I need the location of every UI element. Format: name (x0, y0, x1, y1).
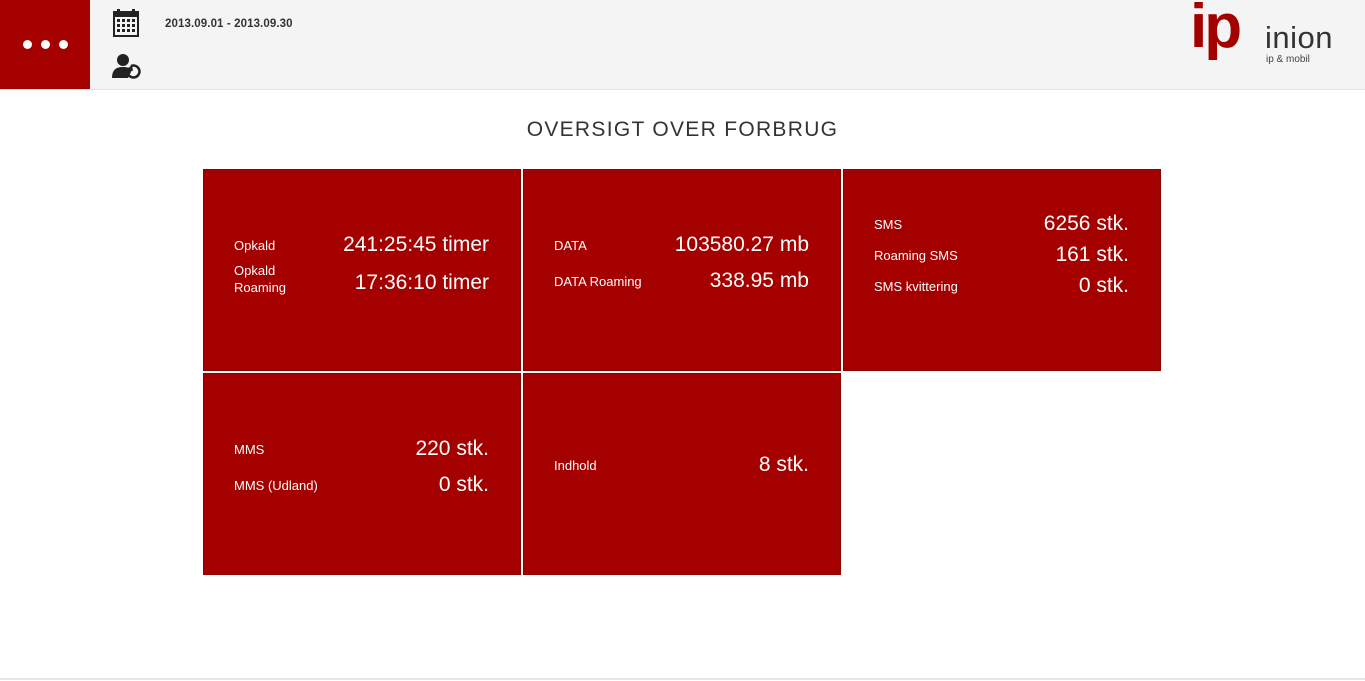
logo-mark: ip (1190, 0, 1242, 61)
tile-value: 0 stk. (438, 473, 489, 496)
tile-label: SMS kvittering (874, 278, 958, 294)
tile-row: SMS 6256 stk. (874, 211, 1129, 237)
calls-tile[interactable]: Opkald 241:25:45 timer Opkald Roaming 17… (203, 169, 521, 371)
tile-value: 161 stk. (1055, 243, 1129, 266)
bottom-divider (0, 678, 1365, 680)
page-title: OVERSIGT OVER FORBRUG (526, 118, 839, 141)
inion-logo: ip inion ip & mobil (1190, 0, 1350, 80)
tile-value: 220 stk. (415, 437, 489, 460)
tile-row: SMS kvittering 0 stk. (874, 273, 1129, 299)
top-bar: 2013.09.01 - 2013.09.30 ip inion ip & mo… (0, 0, 1365, 90)
tile-row: DATA 103580.27 mb (554, 232, 809, 258)
tile-row: Indhold 8 stk. (554, 452, 809, 478)
user-refresh-icon[interactable] (111, 52, 141, 80)
tile-value: 338.95 mb (709, 269, 809, 292)
tile-label: DATA (554, 237, 587, 253)
tile-label: Indhold (554, 457, 597, 473)
logo-tagline: ip & mobil (1266, 54, 1310, 65)
menu-button[interactable] (0, 0, 90, 89)
tile-label: Opkald (234, 237, 276, 253)
tile-row: Opkald 241:25:45 timer (234, 232, 489, 258)
tile-row: Roaming SMS 161 stk. (874, 242, 1129, 268)
tile-row: Opkald Roaming 17:36:10 timer (234, 262, 489, 296)
tile-label: SMS (874, 216, 903, 232)
tile-row: MMS (Udland) 0 stk. (234, 472, 489, 498)
data-tile[interactable]: DATA 103580.27 mb DATA Roaming 338.95 mb (523, 169, 841, 371)
more-dots-icon (22, 40, 32, 49)
tile-label: MMS (234, 441, 265, 457)
tile-value: 8 stk. (758, 453, 809, 476)
tile-value: 17:36:10 timer (354, 271, 489, 294)
tile-value: 6256 stk. (1043, 212, 1129, 235)
tile-label: MMS (Udland) (234, 477, 318, 493)
tile-value: 0 stk. (1078, 274, 1129, 297)
tile-row: DATA Roaming 338.95 mb (554, 268, 809, 294)
tile-label: Opkald Roaming (234, 263, 287, 295)
tile-row: MMS 220 stk. (234, 436, 489, 462)
tile-value: 103580.27 mb (674, 233, 809, 256)
mms-tile[interactable]: MMS 220 stk. MMS (Udland) 0 stk. (203, 373, 521, 575)
more-dots-icon (58, 40, 68, 49)
logo-brand: inion (1265, 20, 1333, 55)
tile-label: Roaming SMS (874, 247, 958, 263)
sms-tile[interactable]: SMS 6256 stk. Roaming SMS 161 stk. SMS k… (843, 169, 1161, 371)
date-range[interactable]: 2013.09.01 - 2013.09.30 (165, 18, 293, 30)
more-dots-icon (40, 40, 50, 49)
content-tile[interactable]: Indhold 8 stk. (523, 373, 841, 575)
tile-value: 241:25:45 timer (343, 233, 489, 256)
calendar-icon[interactable] (113, 9, 139, 37)
tile-label: DATA Roaming (554, 273, 642, 289)
